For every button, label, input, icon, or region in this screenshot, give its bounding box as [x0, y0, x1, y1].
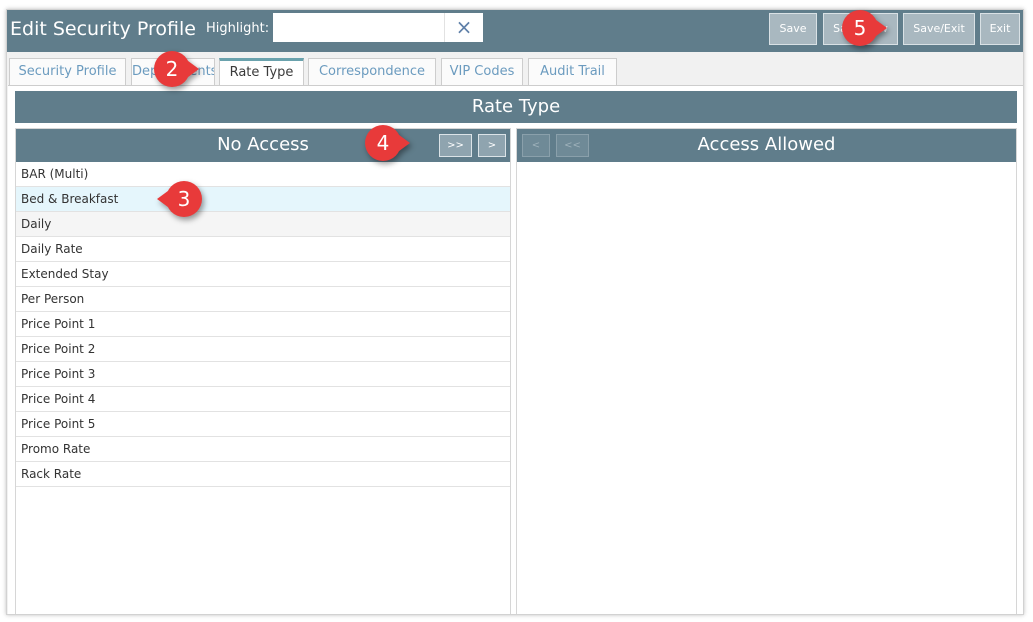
- save-new-button[interactable]: Save/New: [823, 13, 898, 45]
- tab-rate-type[interactable]: Rate Type: [219, 58, 304, 88]
- tab-security-profile[interactable]: Security Profile: [9, 58, 126, 86]
- access-allowed-title: Access Allowed: [697, 134, 836, 155]
- list-item[interactable]: Price Point 5: [16, 412, 510, 437]
- tab-departments[interactable]: Departments: [131, 58, 215, 86]
- rate-type-content: Rate Type No Access >> > BAR (Multi) Bed…: [8, 85, 1023, 614]
- page-title: Edit Security Profile: [10, 18, 196, 40]
- highlight-input[interactable]: [273, 13, 444, 42]
- tab-bar: Security Profile Departments Rate Type C…: [7, 56, 1023, 88]
- access-allowed-header: < << Access Allowed: [517, 129, 1016, 162]
- section-title: Rate Type: [15, 91, 1017, 123]
- list-item[interactable]: Promo Rate: [16, 437, 510, 462]
- list-item[interactable]: BAR (Multi): [16, 162, 510, 187]
- list-item[interactable]: Price Point 4: [16, 387, 510, 412]
- move-left-button[interactable]: <: [522, 134, 550, 157]
- edit-security-profile-window: Edit Security Profile Highlight: × Save …: [6, 9, 1024, 615]
- save-button[interactable]: Save: [769, 13, 817, 45]
- tab-audit-trail[interactable]: Audit Trail: [528, 58, 617, 86]
- tab-correspondence[interactable]: Correspondence: [308, 58, 436, 86]
- save-exit-button[interactable]: Save/Exit: [903, 13, 975, 45]
- move-all-right-button[interactable]: >>: [439, 134, 472, 157]
- no-access-panel: No Access >> > BAR (Multi) Bed & Breakfa…: [15, 128, 511, 614]
- list-item[interactable]: Price Point 2: [16, 337, 510, 362]
- list-item[interactable]: Daily Rate: [16, 237, 510, 262]
- clear-icon[interactable]: ×: [444, 13, 483, 42]
- no-access-title: No Access: [217, 134, 309, 155]
- list-item[interactable]: Extended Stay: [16, 262, 510, 287]
- exit-button[interactable]: Exit: [980, 13, 1020, 45]
- list-item[interactable]: Price Point 3: [16, 362, 510, 387]
- tab-vip-codes[interactable]: VIP Codes: [441, 58, 523, 86]
- list-item-selected[interactable]: Bed & Breakfast: [16, 187, 510, 212]
- move-right-button[interactable]: >: [478, 134, 506, 157]
- move-all-left-button[interactable]: <<: [556, 134, 589, 157]
- list-item[interactable]: Daily: [16, 212, 510, 237]
- no-access-header: No Access >> >: [16, 129, 510, 162]
- list-item[interactable]: Per Person: [16, 287, 510, 312]
- access-allowed-panel: < << Access Allowed: [516, 128, 1017, 614]
- title-bar: Edit Security Profile Highlight: × Save …: [7, 10, 1023, 52]
- list-item[interactable]: Price Point 1: [16, 312, 510, 337]
- highlight-label: Highlight:: [206, 21, 270, 36]
- no-access-list: BAR (Multi) Bed & Breakfast Daily Daily …: [16, 162, 510, 487]
- list-item[interactable]: Rack Rate: [16, 462, 510, 487]
